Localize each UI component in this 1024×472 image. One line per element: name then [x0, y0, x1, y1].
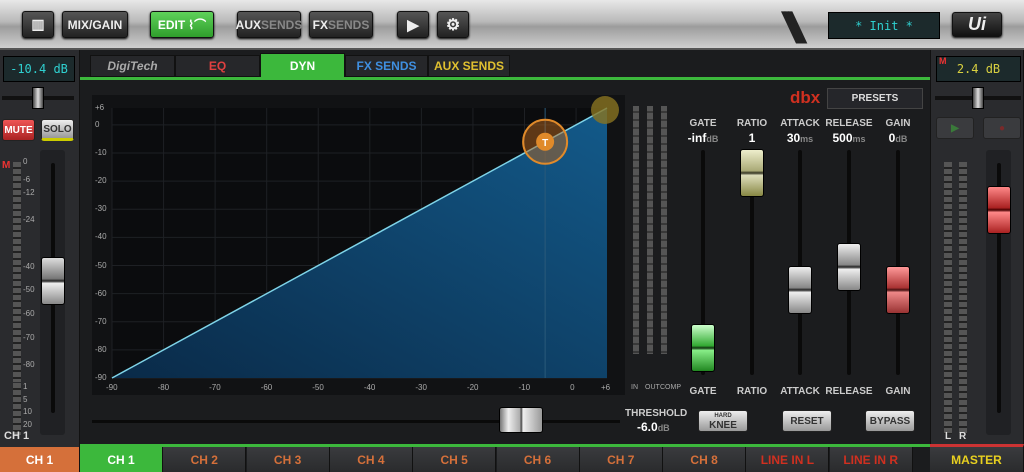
x-tick-label: -50: [312, 383, 324, 392]
y-tick-label: -60: [95, 288, 107, 298]
channel-button-ch-3[interactable]: CH 3: [246, 447, 330, 472]
param-unit: dB: [706, 134, 719, 144]
x-tick-label: +6: [601, 383, 611, 392]
x-tick-label: -30: [415, 383, 427, 392]
channel-button-ch-5[interactable]: CH 5: [413, 447, 497, 472]
threshold-unit: dB: [657, 423, 670, 433]
master-m-label: M: [939, 56, 947, 66]
threshold-slider-knob[interactable]: [499, 407, 544, 433]
gate-fader-knob[interactable]: [691, 324, 715, 372]
y-tick-label: +6: [95, 103, 105, 112]
reset-button[interactable]: RESET: [782, 410, 832, 432]
y-tick-label: -50: [95, 260, 107, 270]
x-tick-label: -10: [518, 383, 531, 392]
dyn-meter-comp: [661, 106, 667, 354]
master-channel-button[interactable]: MASTER: [930, 444, 1024, 472]
dynamics-graph[interactable]: T: [0, 0, 1024, 472]
record-button[interactable]: ●: [983, 117, 1021, 139]
presets-button[interactable]: PRESETS: [827, 88, 923, 109]
x-tick-label: 0: [570, 383, 575, 392]
threshold-marker-label: T: [542, 138, 548, 149]
threshold-value: -6.0dB: [637, 420, 670, 434]
threshold-label: THRESHOLD: [625, 408, 688, 419]
dbx-logo: dbx: [790, 88, 821, 107]
x-tick-label: -90: [106, 383, 118, 392]
master-level-display: 2.4 dB: [936, 56, 1021, 82]
attack-fader-knob[interactable]: [788, 265, 812, 314]
ratio-fader-knob[interactable]: [740, 148, 764, 197]
master-meter-right: [959, 162, 967, 434]
param-number: 30: [786, 131, 801, 145]
dyn-meter-in: [633, 106, 639, 354]
record-icon: ●: [998, 122, 1006, 134]
y-tick-label: 0: [95, 119, 100, 129]
param-number: 500: [832, 131, 853, 145]
channel-button-ch-6[interactable]: CH 6: [496, 447, 580, 472]
balance-knob[interactable]: [972, 87, 984, 109]
param-unit: ms: [852, 134, 866, 144]
param-bottom-label: GAIN: [885, 386, 911, 397]
param-number: -inf: [687, 131, 707, 145]
ratio-handle[interactable]: [591, 96, 619, 124]
channel-button-ch-8[interactable]: CH 8: [663, 447, 747, 472]
master-fader-knob[interactable]: [987, 186, 1011, 234]
master-meter-left: [944, 162, 952, 434]
channel-button-line-in-l[interactable]: LINE IN L: [746, 447, 830, 472]
right-label: R: [959, 431, 967, 442]
bypass-button[interactable]: BYPASS: [865, 410, 915, 432]
selected-channel-indicator[interactable]: CH 1: [0, 447, 80, 472]
y-tick-label: -20: [95, 176, 107, 186]
x-tick-label: -20: [466, 383, 479, 392]
meter-label: IN: [631, 384, 638, 391]
x-tick-label: -70: [209, 383, 221, 392]
channel-button-line-in-r[interactable]: LINE IN R: [829, 447, 913, 472]
release-fader-knob[interactable]: [837, 243, 861, 291]
param-title: GAIN: [885, 118, 911, 129]
playback-button[interactable]: ▶: [936, 117, 974, 139]
y-tick-label: -90: [95, 373, 107, 382]
channel-button-ch-7[interactable]: CH 7: [579, 447, 663, 472]
param-number: 1: [748, 131, 756, 145]
param-fader-track[interactable]: [798, 150, 802, 375]
x-tick-label: -60: [260, 383, 273, 392]
threshold-number: -6.0: [637, 420, 658, 434]
gain-fader-knob[interactable]: [886, 265, 910, 314]
channel-button-ch-4[interactable]: CH 4: [329, 447, 413, 472]
play-icon: ▶: [951, 122, 959, 134]
y-tick-label: -10: [95, 148, 107, 157]
channel-button-ch-1[interactable]: CH 1: [80, 447, 163, 472]
y-tick-label: -30: [95, 204, 107, 214]
left-label: L: [945, 431, 952, 442]
knee-button[interactable]: HARD KNEE: [698, 410, 748, 432]
x-tick-label: -40: [363, 383, 376, 392]
param-unit: dB: [895, 134, 908, 144]
param-value: 0dB: [868, 131, 928, 145]
param-fader-track[interactable]: [896, 150, 900, 375]
y-tick-label: -80: [95, 344, 107, 354]
knee-label: KNEE: [709, 420, 737, 431]
param-unit: ms: [800, 134, 814, 144]
master-strip: 2.4 dB M ▶ ● L R: [930, 50, 1024, 447]
meter-label: OUT: [645, 384, 660, 391]
dyn-meter-out: [647, 106, 653, 354]
x-tick-label: -80: [157, 383, 170, 392]
channel-button-ch-2[interactable]: CH 2: [163, 447, 247, 472]
y-tick-label: -70: [95, 316, 107, 326]
y-tick-label: -40: [95, 232, 107, 242]
